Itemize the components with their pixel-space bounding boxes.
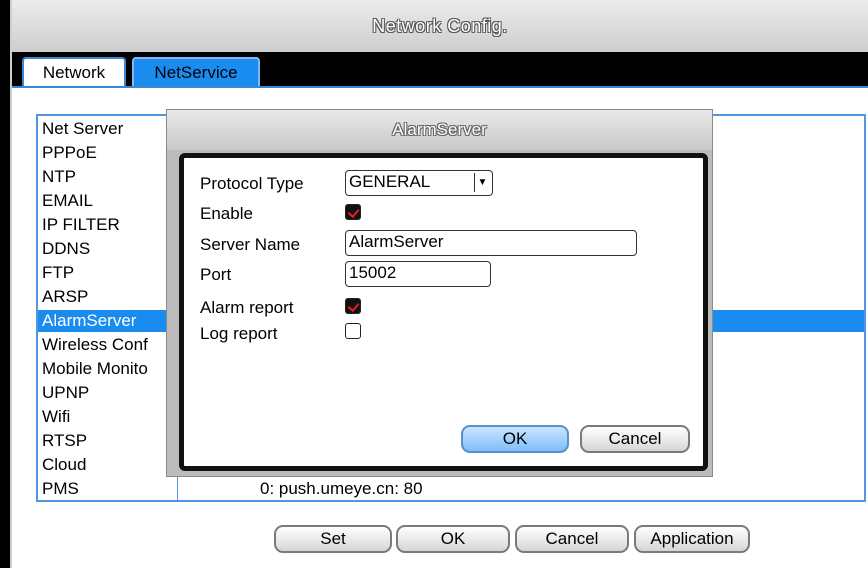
set-button[interactable]: Set	[274, 525, 392, 553]
list-item-name: NTP	[42, 167, 76, 186]
protocol-type-value: GENERAL	[349, 172, 431, 191]
enable-checkbox[interactable]	[345, 204, 361, 220]
dialog-body: Protocol Type GENERAL ▼ Enable Server Na…	[179, 153, 708, 471]
list-item-name: PMS	[42, 479, 79, 498]
log-report-label: Log report	[200, 324, 278, 343]
list-item-name: IP FILTER	[42, 215, 120, 234]
list-item-name: Mobile Monito	[42, 359, 148, 378]
dialog-title: AlarmServer	[167, 110, 712, 150]
port-field[interactable]: 15002	[345, 261, 491, 287]
port-label: Port	[200, 265, 232, 284]
list-item-name: DDNS	[42, 239, 91, 258]
alarm-report-label: Alarm report	[200, 298, 294, 317]
tab-network[interactable]: Network	[22, 57, 126, 88]
list-item-name: Wifi	[42, 407, 71, 426]
list-item-name: PPPoE	[42, 143, 97, 162]
dialog-cancel-button[interactable]: Cancel	[580, 425, 690, 453]
list-item-name: UPNP	[42, 383, 90, 402]
tab-underline	[12, 86, 868, 88]
server-name-label: Server Name	[200, 235, 301, 254]
list-item-name: AlarmServer	[42, 311, 137, 330]
list-item-name: EMAIL	[42, 191, 94, 210]
list-item-name: ARSP	[42, 287, 89, 306]
list-item-name: Net Server	[42, 119, 124, 138]
dropdown-arrow-icon[interactable]: ▼	[474, 173, 490, 192]
alarm-server-dialog: AlarmServer Protocol Type GENERAL ▼ Enab…	[166, 109, 713, 477]
dialog-ok-button[interactable]: OK	[461, 425, 569, 453]
cancel-button[interactable]: Cancel	[515, 525, 629, 553]
log-report-checkbox[interactable]	[345, 323, 361, 339]
protocol-type-select[interactable]: GENERAL ▼	[345, 170, 493, 196]
tab-bar: Network NetService	[12, 52, 868, 88]
server-name-field[interactable]: AlarmServer	[345, 230, 637, 256]
enable-label: Enable	[200, 204, 253, 223]
ok-button[interactable]: OK	[396, 525, 510, 553]
list-item-name: Wireless Conf	[42, 335, 148, 354]
list-item-info: 0: push.umeye.cn: 80	[260, 479, 423, 498]
list-item-name: FTP	[42, 263, 75, 282]
list-item-name: Cloud	[42, 455, 87, 474]
tab-netservice[interactable]: NetService	[132, 57, 260, 88]
list-item-name: RTSP	[42, 431, 88, 450]
alarm-report-checkbox[interactable]	[345, 298, 361, 314]
application-button[interactable]: Application	[634, 525, 750, 553]
list-item[interactable]: PMS 0: push.umeye.cn: 80	[38, 478, 864, 500]
window-title: Network Config.	[12, 0, 868, 52]
protocol-type-label: Protocol Type	[200, 174, 304, 193]
